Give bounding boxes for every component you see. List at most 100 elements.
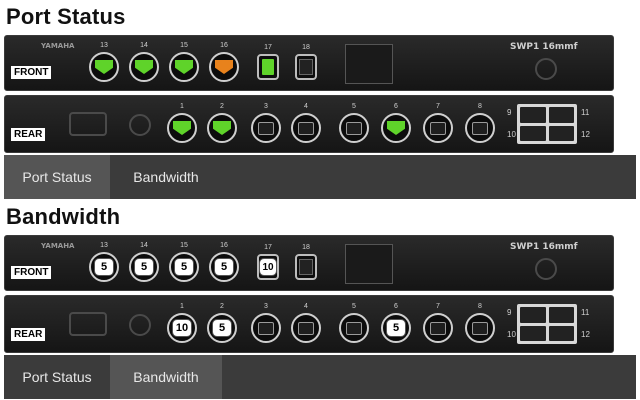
rear-port[interactable]: 6 xyxy=(381,103,411,143)
port-number: 15 xyxy=(180,42,188,49)
port-number: 18 xyxy=(302,44,310,51)
rj45-jack-icon xyxy=(472,121,488,135)
rear-port[interactable]: 7 xyxy=(423,303,453,343)
front-port[interactable]: 15 5 xyxy=(169,242,199,282)
port-number: 1 xyxy=(180,303,184,310)
bandwidth-badge: 5 xyxy=(134,258,154,276)
port-number: 4 xyxy=(304,103,308,110)
port-number: 4 xyxy=(304,303,308,310)
bandwidth-badge: 5 xyxy=(94,258,114,276)
rj45-jack-icon xyxy=(548,325,574,341)
rj45-quad-icon[interactable] xyxy=(517,304,577,344)
rear-panel: REAR 1 10 2 5 3 4 5 6 5 7 8 9 10 11 12 xyxy=(4,295,614,353)
rj45-jack-icon xyxy=(346,121,362,135)
front-port[interactable]: 14 xyxy=(129,42,159,82)
rear-port[interactable]: 25 xyxy=(207,303,237,343)
port-number: 3 xyxy=(264,103,268,110)
power-inlet-icon xyxy=(69,112,107,136)
rj45-quad-icon[interactable] xyxy=(517,104,577,144)
rj45-jack-icon xyxy=(346,321,362,335)
rear-port[interactable]: 7 xyxy=(423,103,453,143)
port-number: 10 xyxy=(507,130,516,139)
port-number: 7 xyxy=(436,303,440,310)
sfp-port[interactable]: 18 xyxy=(295,44,317,80)
rj45-jack-icon xyxy=(472,321,488,335)
rj45-jack-icon xyxy=(258,321,274,335)
section-title: Port Status xyxy=(6,4,126,29)
rear-port[interactable]: 3 xyxy=(251,303,281,343)
tab-bandwidth[interactable]: Bandwidth xyxy=(110,355,222,399)
link-led-green-icon xyxy=(135,60,153,74)
port-number: 3 xyxy=(264,303,268,310)
rear-port[interactable]: 2 xyxy=(207,103,237,143)
rear-port[interactable]: 8 xyxy=(465,303,495,343)
rear-panel: REAR 1 2 3 4 5 6 7 8 9 10 11 12 xyxy=(4,95,614,153)
rear-port[interactable]: 1 10 xyxy=(167,303,197,343)
bandwidth-badge: 5 xyxy=(386,319,406,337)
front-port[interactable]: 16 xyxy=(209,42,239,82)
port-number: 8 xyxy=(478,303,482,310)
bandwidth-badge: 5 xyxy=(174,258,194,276)
front-port[interactable]: 13 xyxy=(89,42,119,82)
port-number: 5 xyxy=(352,103,356,110)
sfp-port[interactable]: 17 xyxy=(257,44,279,80)
port-number: 1 xyxy=(180,103,184,110)
rear-port[interactable]: 5 xyxy=(339,303,369,343)
model-name: SWP1 16mmf xyxy=(510,42,578,52)
front-port[interactable]: 14 5 xyxy=(129,242,159,282)
front-port[interactable]: 13 5 xyxy=(89,242,119,282)
front-port[interactable]: 15 xyxy=(169,42,199,82)
rear-port[interactable]: 1 xyxy=(167,103,197,143)
rear-label: REAR xyxy=(11,328,46,341)
sfp-cage-icon xyxy=(299,259,313,275)
tab-bandwidth[interactable]: Bandwidth xyxy=(110,155,222,199)
brand-logo: YAMAHA xyxy=(41,42,75,50)
usb-port-icon xyxy=(535,258,557,280)
sfp-port[interactable]: 17 10 xyxy=(257,244,279,280)
port-number: 17 xyxy=(264,244,272,251)
front-panel: FRONT YAMAHA 13 14 15 16 17 18 SWP1 16mmf xyxy=(4,35,614,91)
model-name: SWP1 16mmf xyxy=(510,242,578,252)
usb-port-icon xyxy=(535,58,557,80)
port-number: 13 xyxy=(100,42,108,49)
tab-bar: Port Status Bandwidth xyxy=(4,155,636,199)
display-panel xyxy=(345,244,393,284)
port-number: 16 xyxy=(220,42,228,49)
rear-port[interactable]: 65 xyxy=(381,303,411,343)
port-number: 2 xyxy=(220,303,224,310)
rj45-jack-icon xyxy=(520,307,546,323)
bandwidth-badge: 5 xyxy=(212,319,232,337)
port-number: 2 xyxy=(220,103,224,110)
tab-port-status[interactable]: Port Status xyxy=(4,155,110,199)
port-number: 6 xyxy=(394,103,398,110)
link-led-orange-icon xyxy=(215,60,233,74)
link-led-green-icon xyxy=(213,121,231,135)
rj45-jack-icon xyxy=(548,307,574,323)
rear-port[interactable]: 4 xyxy=(291,303,321,343)
display-panel xyxy=(345,44,393,84)
port-number: 13 xyxy=(100,242,108,249)
rear-port[interactable]: 4 xyxy=(291,103,321,143)
port-number: 6 xyxy=(394,303,398,310)
bandwidth-badge: 10 xyxy=(259,258,277,276)
rj45-jack-icon xyxy=(520,125,546,141)
port-number: 11 xyxy=(581,108,590,117)
brand-logo: YAMAHA xyxy=(41,242,75,250)
tab-port-status[interactable]: Port Status xyxy=(4,355,110,399)
power-switch-icon xyxy=(129,314,151,336)
port-number: 10 xyxy=(507,330,516,339)
rear-port[interactable]: 3 xyxy=(251,103,281,143)
rj45-jack-icon xyxy=(520,107,546,123)
power-inlet-icon xyxy=(69,312,107,336)
rear-port[interactable]: 8 xyxy=(465,103,495,143)
sfp-port[interactable]: 18 xyxy=(295,244,317,280)
front-panel: FRONT YAMAHA 13 5 14 5 15 5 16 5 17 10 18 SWP1 16mmf xyxy=(4,235,614,291)
port-number: 5 xyxy=(352,303,356,310)
port-number: 14 xyxy=(140,42,148,49)
front-port[interactable]: 16 5 xyxy=(209,242,239,282)
port-number: 7 xyxy=(436,103,440,110)
power-switch-icon xyxy=(129,114,151,136)
rear-port[interactable]: 5 xyxy=(339,103,369,143)
rj45-jack-icon xyxy=(430,121,446,135)
port-number: 9 xyxy=(507,308,512,317)
